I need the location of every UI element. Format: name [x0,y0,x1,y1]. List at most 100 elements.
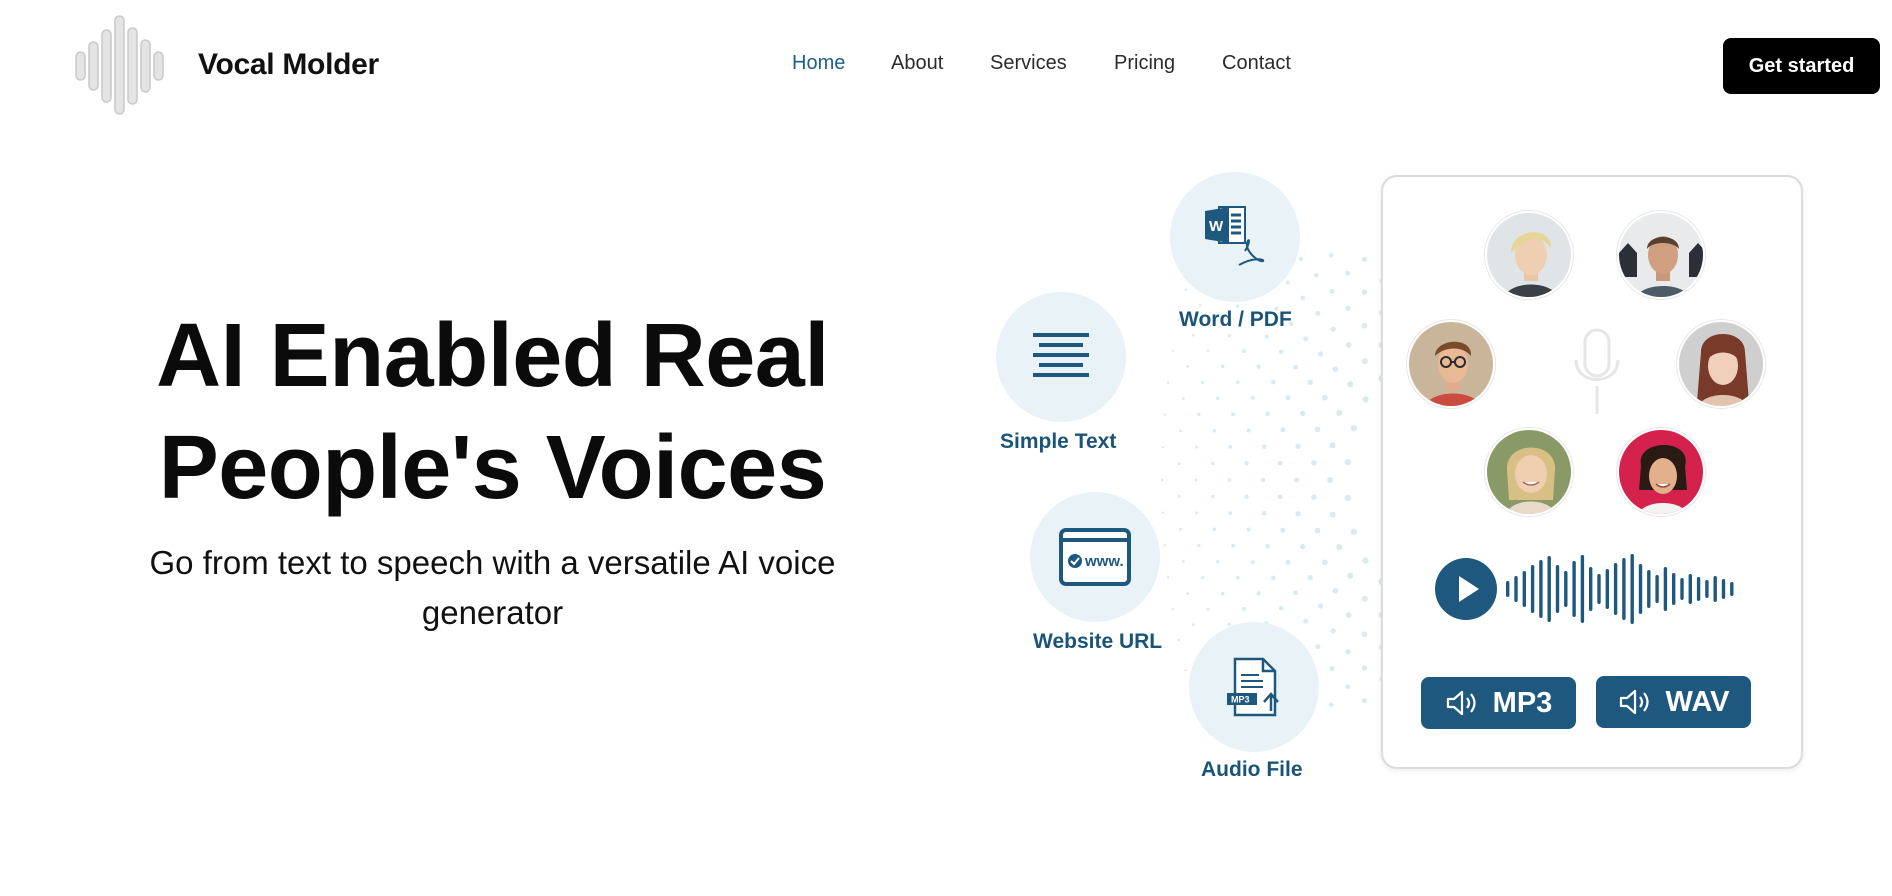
voice-avatar-1[interactable] [1485,211,1573,299]
pattern-dot [1321,394,1328,401]
waveform-bar [1696,577,1701,601]
nav-home[interactable]: Home [792,52,845,75]
voice-avatar-2[interactable] [1617,211,1705,299]
pattern-dot [1160,478,1164,482]
waveform-bar [1655,575,1659,603]
waveform-bar [1605,569,1609,609]
pattern-dot [1300,295,1306,301]
website-url-label: Website URL [1033,630,1163,653]
pattern-dot [1300,410,1306,417]
pattern-dot [1362,698,1367,704]
pattern-dot [1256,591,1261,596]
waveform-bar [1630,554,1634,624]
pattern-dot [1295,443,1301,449]
play-button[interactable] [1435,558,1497,620]
pattern-dot [1265,543,1270,549]
pattern-dot [1307,575,1313,581]
pattern-dot [1314,527,1321,534]
pattern-dot [1227,333,1232,338]
pattern-dot [1317,351,1324,357]
pattern-dot [1194,478,1198,482]
pattern-dot [1161,511,1165,514]
waveform-bar [1580,555,1585,623]
get-started-button[interactable]: Get started [1723,38,1880,94]
svg-text:W: W [1209,218,1224,235]
brand-name[interactable]: Vocal Molder [198,48,379,82]
pattern-dot [1227,478,1232,482]
waveform-bar [1514,576,1518,602]
pattern-dot [1277,494,1283,500]
wav-download-button[interactable]: WAV [1596,676,1751,728]
nav-pricing[interactable]: Pricing [1114,52,1175,75]
pattern-dot [1330,326,1336,332]
wav-label: WAV [1665,685,1730,718]
voice-avatar-6[interactable] [1617,428,1705,516]
pattern-dot [1298,256,1304,262]
website-url-bubble: www. [1030,492,1160,622]
nav-contact[interactable]: Contact [1222,52,1291,75]
pattern-dot [1198,303,1202,307]
pattern-dot [1332,366,1339,372]
pattern-dot [1184,288,1187,291]
pattern-dot [1221,591,1225,596]
pattern-dot [1293,364,1299,370]
pattern-dot [1163,413,1167,416]
audio-file-bubble: MP3 [1189,622,1319,752]
pattern-dot [1228,511,1233,516]
site-header: Vocal Molder Home About Services Pricing… [0,0,1892,130]
waveform-bar [1730,582,1734,596]
pattern-dot [1350,425,1358,432]
pattern-dot [1278,605,1284,611]
pattern-dot [1197,543,1201,548]
mp3-download-button[interactable]: MP3 [1421,677,1576,729]
waveform-bar [1638,564,1643,614]
pattern-dot [1212,428,1217,433]
voice-avatar-4[interactable] [1677,320,1765,408]
waveform-bar [1688,574,1692,604]
hero-subtitle-line2: generator [421,594,564,631]
pattern-dot [1278,349,1284,355]
sound-wave-logo-icon[interactable] [74,14,170,116]
speaker-icon [1619,689,1649,715]
pattern-dot [1186,365,1190,368]
pattern-dot [1246,428,1251,433]
pattern-dot [1350,528,1358,535]
hero-subtitle: Go from text to speech with a versatile … [100,538,885,638]
pattern-dot [1211,494,1215,499]
pattern-dot [1211,461,1215,466]
pattern-dot [1195,511,1199,515]
pattern-dot [1197,412,1201,417]
pattern-dot [1311,494,1317,500]
voice-avatar-5[interactable] [1485,428,1573,516]
simple-text-label: Simple Text [1000,430,1117,453]
pattern-dot [1206,607,1210,611]
pattern-dot [1277,460,1283,466]
www-text: www. [1084,553,1124,570]
waveform-bar [1547,556,1551,622]
pattern-dot [1171,349,1174,353]
pattern-dot [1329,666,1335,672]
pattern-dot [1186,592,1190,595]
pattern-dot [1161,446,1165,449]
nav-about[interactable]: About [891,52,943,75]
pattern-dot [1280,527,1286,533]
pattern-dot [1216,560,1220,564]
voice-avatar-3[interactable] [1407,320,1495,408]
nav-services[interactable]: Services [990,52,1067,75]
waveform-bar [1522,571,1526,607]
pattern-dot [1329,442,1336,449]
pattern-dot [1265,411,1270,417]
pattern-dot [1285,559,1291,565]
pattern-dot [1201,576,1205,580]
pattern-dot [1303,618,1309,624]
pattern-dot [1177,495,1181,498]
pattern-dot [1347,381,1354,388]
simple-text-bubble [996,292,1126,422]
pattern-dot [1285,395,1291,401]
pattern-dot [1163,544,1167,547]
waveform-bar [1589,567,1593,611]
waveform-bar [1597,574,1601,604]
pattern-dot [1314,272,1319,278]
pattern-dot [1280,427,1286,433]
pattern-dot [1329,288,1335,294]
